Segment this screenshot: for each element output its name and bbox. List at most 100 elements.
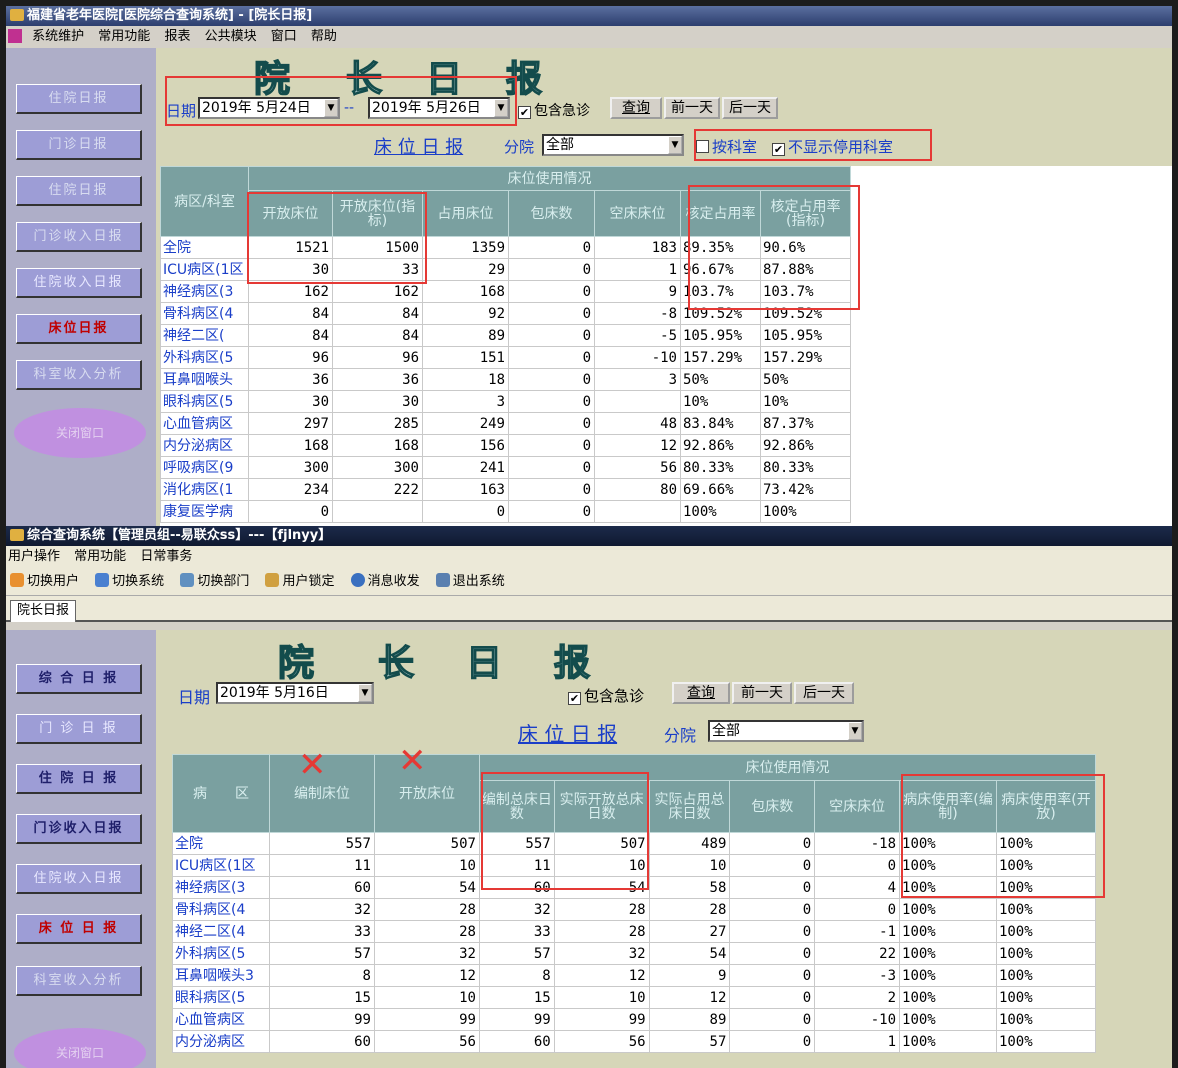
chevron-down-icon[interactable]: ▼ (668, 136, 682, 154)
table-row[interactable]: 外科病区(5 57 32 57 32 54 0 22 100% 100% (172, 942, 1097, 965)
menu-report[interactable]: 报表 (164, 29, 190, 44)
checkbox-checked-icon[interactable]: ✔ (772, 143, 785, 156)
query-button[interactable]: 查询 (672, 682, 730, 704)
menu-public[interactable]: 公共模块 (205, 29, 257, 44)
date-to-input[interactable]: 2019年 5月26日 ▼ (368, 97, 510, 119)
sidebar-btn-inpatient[interactable]: 住 院 日 报 (16, 764, 142, 794)
prev-day-button[interactable]: 前一天 (664, 97, 720, 119)
table-row[interactable]: 内分泌病区 60 56 60 56 57 0 1 100% 100% (172, 1030, 1097, 1053)
chevron-down-icon[interactable]: ▼ (494, 99, 508, 117)
prev-day-button[interactable]: 前一天 (732, 682, 792, 704)
table-row[interactable]: 全院 1521 1500 1359 0 183 89.35% 90.6% (160, 236, 852, 259)
table-cell (332, 500, 423, 523)
lock-user-button[interactable]: 用户锁定 (265, 573, 334, 589)
sidebar-btn-outpatient-income[interactable]: 门诊收入日报 (16, 222, 142, 252)
by-dept-checkbox[interactable]: 按科室 (696, 136, 757, 157)
menu-daily[interactable]: 日常事务 (140, 549, 192, 564)
date-to-value: 2019年 5月26日 (372, 100, 481, 116)
branch-select[interactable]: 全部 ▼ (542, 134, 684, 156)
checkbox-icon[interactable] (696, 140, 709, 153)
table-row[interactable]: 耳鼻咽喉头3 8 12 8 12 9 0 -3 100% 100% (172, 964, 1097, 987)
table-cell: 100% (995, 920, 1097, 943)
chevron-down-icon[interactable]: ▼ (848, 722, 862, 740)
query-button[interactable]: 查询 (610, 97, 662, 119)
next-day-button[interactable]: 后一天 (794, 682, 854, 704)
table-row[interactable]: 骨科病区(4 32 28 32 28 28 0 0 100% 100% (172, 898, 1097, 921)
close-window-button[interactable]: 关闭窗口 (14, 1028, 146, 1068)
menu-help[interactable]: 帮助 (311, 29, 337, 44)
table-cell: 36 (332, 368, 423, 391)
table-row[interactable]: 消化病区(1 234 222 163 0 80 69.66% 73.42% (160, 478, 852, 501)
table-cell: 1 (814, 1030, 901, 1053)
checkbox-checked-icon[interactable]: ✔ (518, 106, 531, 119)
date-input[interactable]: 2019年 5月16日 ▼ (216, 682, 374, 704)
menu-common[interactable]: 常用功能 (74, 549, 126, 564)
table-row[interactable]: 内分泌病区 168 168 156 0 12 92.86% 92.86% (160, 434, 852, 457)
sidebar-btn-general[interactable]: 住院日报 (16, 84, 142, 114)
table-cell: 100% (899, 986, 997, 1009)
menu-bar-2: 用户操作 常用功能 日常事务 (6, 546, 1172, 568)
switch-system-button[interactable]: 切换系统 (95, 573, 164, 589)
sidebar-btn-dept-income[interactable]: 科室收入分析 (16, 966, 142, 996)
table-row[interactable]: 心血管病区 297 285 249 0 48 83.84% 87.37% (160, 412, 852, 435)
table-cell: 15 (478, 986, 555, 1009)
table-cell: 241 (422, 456, 509, 479)
chevron-down-icon[interactable]: ▼ (358, 684, 372, 702)
table-row[interactable]: 外科病区(5 96 96 151 0 -10 157.29% 157.29% (160, 346, 852, 369)
branch-select[interactable]: 全部 ▼ (708, 720, 864, 742)
sidebar-btn-inpatient-income[interactable]: 住院收入日报 (16, 268, 142, 298)
checkbox-checked-icon[interactable]: ✔ (568, 692, 581, 705)
sidebar-btn-bed[interactable]: 床 位 日 报 (16, 914, 142, 944)
table-cell: 0 (508, 390, 595, 413)
table-cell: 0 (508, 500, 595, 523)
chevron-down-icon[interactable]: ▼ (324, 99, 338, 117)
sidebar-btn-outpatient[interactable]: 门 诊 日 报 (16, 714, 142, 744)
exit-button[interactable]: 退出系统 (435, 573, 505, 589)
sidebar-btn-general[interactable]: 综 合 日 报 (16, 664, 142, 694)
table-row[interactable]: 神经病区(3 162 162 168 0 9 103.7% 103.7% (160, 280, 852, 303)
sidebar-btn-dept-income[interactable]: 科室收入分析 (16, 360, 142, 390)
hide-disabled-checkbox[interactable]: ✔ 不显示停用科室 (772, 136, 893, 157)
switch-dept-button[interactable]: 切换部门 (180, 573, 249, 589)
sidebar-btn-bed[interactable]: 床位日报 (16, 314, 142, 344)
table-row[interactable]: 康复医学病 0 0 0 100% 100% (160, 500, 852, 523)
include-er-checkbox[interactable]: ✔ 包含急诊 (568, 685, 644, 706)
tab-director-report[interactable]: 院长日报 (10, 600, 77, 622)
table-cell: 100% (995, 942, 1097, 965)
table-row[interactable]: 神经二区(84 84 89 0 -5 105.95% 105.95% (160, 324, 852, 347)
close-window-button[interactable]: 关闭窗口 (14, 408, 146, 458)
table-cell: 100% (995, 986, 1097, 1009)
menu-common[interactable]: 常用功能 (98, 29, 150, 44)
table-row[interactable]: 心血管病区 99 99 99 99 89 0 -10 100% 100% (172, 1008, 1097, 1031)
menu-system[interactable]: 系统维护 (32, 29, 84, 44)
table-row[interactable]: 眼科病区(5 15 10 15 10 12 0 2 100% 100% (172, 986, 1097, 1009)
menu-window[interactable]: 窗口 (271, 29, 297, 44)
table-row[interactable]: ICU病区(1区 30 33 29 0 1 96.67% 87.88% (160, 258, 852, 281)
messages-button[interactable]: 消息收发 (350, 573, 420, 589)
table-row[interactable]: 骨科病区(4 84 84 92 0 -8 109.52% 109.52% (160, 302, 852, 325)
table-row[interactable]: 全院 557 507 557 507 489 0 -18 100% 100% (172, 832, 1097, 855)
table-cell: 30 (332, 390, 423, 413)
table-row[interactable]: 神经二区(4 33 28 33 28 27 0 -1 100% 100% (172, 920, 1097, 943)
app-menu-icon[interactable] (8, 29, 22, 43)
date-from-input[interactable]: 2019年 5月24日 ▼ (198, 97, 340, 119)
date-value: 2019年 5月16日 (220, 685, 329, 701)
include-er-checkbox[interactable]: ✔ 包含急诊 (518, 100, 590, 120)
table-row[interactable]: ICU病区(1区 11 10 11 10 10 0 0 100% 100% (172, 854, 1097, 877)
switch-user-button[interactable]: 切换用户 (10, 573, 79, 589)
table-row[interactable]: 耳鼻咽喉头 36 36 18 0 3 50% 50% (160, 368, 852, 391)
table-cell: 60 (268, 1030, 375, 1053)
table-cell: 0 (508, 456, 595, 479)
sidebar-btn-inpatient[interactable]: 住院日报 (16, 176, 142, 206)
next-day-button[interactable]: 后一天 (722, 97, 778, 119)
table-cell: 100% (759, 500, 852, 523)
table-cell: 100% (899, 898, 997, 921)
table-row[interactable]: 神经病区(3 60 54 60 54 58 0 4 100% 100% (172, 876, 1097, 899)
sidebar-btn-inpatient-income[interactable]: 住院收入日报 (16, 864, 142, 894)
table-row[interactable]: 眼科病区(5 30 30 3 0 10% 10% (160, 390, 852, 413)
table-cell: 12 (553, 964, 650, 987)
sidebar-btn-outpatient-income[interactable]: 门诊收入日报 (16, 814, 142, 844)
sidebar-btn-outpatient[interactable]: 门诊日报 (16, 130, 142, 160)
table-row[interactable]: 呼吸病区(9 300 300 241 0 56 80.33% 80.33% (160, 456, 852, 479)
menu-user[interactable]: 用户操作 (8, 549, 60, 564)
